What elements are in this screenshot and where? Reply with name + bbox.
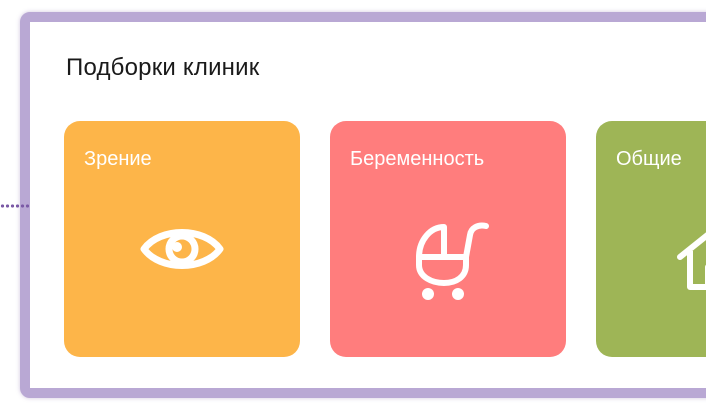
card-label: Общие <box>616 148 682 170</box>
card-vision[interactable]: Зрение <box>64 121 300 357</box>
clinic-collections-section: Подборки клиник Зрение Беременность Общи… <box>30 22 706 388</box>
card-pregnancy[interactable]: Беременность <box>330 121 566 357</box>
card-label: Зрение <box>84 148 152 170</box>
house-icon <box>677 232 706 290</box>
card-general[interactable]: Общие <box>596 121 706 357</box>
callout-connector-dots <box>0 204 34 208</box>
section-title: Подборки клиник <box>66 54 260 81</box>
card-label: Беременность <box>350 148 485 170</box>
baby-stroller-icon <box>416 222 489 300</box>
eye-icon <box>140 229 224 269</box>
